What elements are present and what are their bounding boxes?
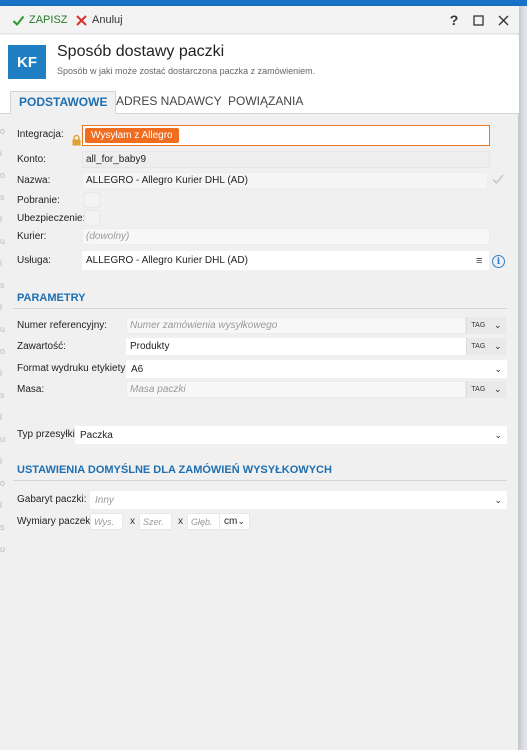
defaults-heading: USTAWIENIA DOMYŚLNE DLA ZAMÓWIEŃ WYSYŁKO…	[17, 464, 332, 476]
integration-chip[interactable]: Wysyłam z Allegro	[85, 128, 179, 143]
unit-value: cm	[224, 516, 238, 527]
weight-label: Masa:	[17, 384, 45, 395]
dialog-window: oiosluisluoisluiolsu ZAPISZ Anuluj ? KF …	[0, 6, 519, 750]
tag-label: TAG	[471, 322, 486, 329]
integration-label: Integracja:	[17, 129, 64, 140]
integration-field[interactable]: Wysyłam z Allegro	[82, 125, 490, 146]
reference-label: Numer referencyjny:	[17, 320, 108, 331]
courier-field[interactable]: (dowolny)	[82, 228, 490, 245]
package-size-label: Gabaryt paczki:	[17, 494, 87, 505]
background-window-edge: oiosluisluoisluiolsu	[0, 126, 6, 554]
menu-icon[interactable]: ≡	[476, 255, 482, 267]
unit-select[interactable]: cm ⌄	[219, 513, 250, 530]
chevron-down-icon: ⌄	[494, 384, 502, 394]
content-field[interactable]: Produkty	[126, 338, 466, 355]
weight-tag-button[interactable]: TAG ⌄	[466, 381, 506, 398]
lock-icon	[72, 135, 81, 146]
package-size-select[interactable]: Inny ⌄	[90, 491, 507, 509]
name-field[interactable]: ALLEGRO - Allegro Kurier DHL (AD)	[82, 172, 488, 189]
courier-placeholder: (dowolny)	[86, 231, 130, 242]
reference-placeholder: Numer zamówienia wysyłkowego	[130, 320, 278, 331]
close-button[interactable]	[495, 12, 511, 28]
dialog-subtitle: Sposób w jaki może zostać dostarczona pa…	[57, 66, 316, 76]
section-divider	[13, 308, 507, 309]
insurance-label: Ubezpieczenie:	[17, 213, 86, 224]
width-placeholder: Szer.	[143, 516, 164, 527]
save-button[interactable]: ZAPISZ	[12, 12, 68, 28]
parameters-heading: PARAMETRY	[17, 292, 86, 304]
content-tag-button[interactable]: TAG ⌄	[466, 338, 506, 355]
info-icon[interactable]: i	[492, 255, 505, 268]
shipment-type-value: Paczka	[80, 429, 113, 441]
section-divider	[13, 480, 507, 481]
cross-icon	[76, 14, 87, 26]
service-label: Usługa:	[17, 255, 51, 266]
service-field[interactable]: ALLEGRO - Allegro Kurier DHL (AD)	[82, 251, 489, 270]
tab-podstawowe[interactable]: PODSTAWOWE	[10, 91, 117, 114]
height-placeholder: Wys.	[94, 516, 114, 527]
tab-bar: PODSTAWOWE ADRES NADAWCY POWIĄZANIA	[0, 87, 519, 114]
depth-placeholder: Głęb.	[191, 516, 213, 527]
dimension-separator: x	[178, 516, 183, 527]
chevron-down-icon: ⌄	[494, 363, 502, 374]
label-format-label: Format wydruku etykiety:	[17, 363, 129, 374]
name-confirm-icon[interactable]	[491, 172, 505, 186]
account-label: Konto:	[17, 154, 46, 165]
chevron-down-icon: ⌄	[494, 341, 502, 351]
content-label: Zawartość:	[17, 341, 66, 352]
tab-adres-nadawcy[interactable]: ADRES NADAWCY	[108, 91, 230, 114]
tab-powiazania[interactable]: POWIĄZANIA	[220, 91, 311, 114]
maximize-button[interactable]	[470, 12, 486, 28]
shipment-type-select[interactable]: Paczka ⌄	[75, 426, 507, 444]
dimensions-label: Wymiary paczek:	[17, 516, 94, 527]
insurance-checkbox[interactable]	[84, 210, 100, 226]
package-size-value: Inny	[95, 494, 114, 506]
dimension-separator: x	[130, 516, 135, 527]
weight-placeholder: Masa paczki	[130, 384, 186, 395]
cancel-label: Anuluj	[92, 14, 123, 26]
width-input[interactable]: Szer.	[139, 513, 172, 530]
height-input[interactable]: Wys.	[90, 513, 123, 530]
chevron-down-icon: ⌄	[494, 320, 502, 330]
dialog-header: KF Sposób dostawy paczki Sposób w jaki m…	[0, 35, 519, 87]
name-label: Nazwa:	[17, 175, 51, 186]
close-icon	[498, 15, 508, 25]
depth-input[interactable]: Głęb.	[187, 513, 220, 530]
toolbar: ZAPISZ Anuluj ?	[0, 6, 519, 34]
label-format-value: A6	[131, 363, 144, 375]
chevron-down-icon: ⌄	[494, 494, 502, 505]
chevron-down-icon: ⌄	[494, 429, 502, 440]
maximize-icon	[472, 14, 484, 26]
chevron-down-icon: ⌄	[237, 516, 245, 526]
account-field[interactable]: all_for_baby9	[82, 151, 490, 168]
save-label: ZAPISZ	[29, 14, 68, 26]
help-button[interactable]: ?	[446, 12, 462, 28]
shipment-type-label: Typ przesyłki:	[17, 429, 78, 440]
tag-label: TAG	[471, 386, 486, 393]
dialog-title: Sposób dostawy paczki	[57, 43, 225, 60]
label-format-select[interactable]: A6 ⌄	[126, 360, 507, 378]
checkmark-icon	[12, 15, 25, 26]
module-badge: KF	[8, 45, 46, 79]
cod-checkbox[interactable]	[84, 192, 100, 208]
courier-label: Kurier:	[17, 231, 47, 242]
tag-label: TAG	[471, 343, 486, 350]
cancel-button[interactable]: Anuluj	[75, 12, 123, 28]
reference-field[interactable]: Numer zamówienia wysyłkowego	[126, 317, 466, 334]
reference-tag-button[interactable]: TAG ⌄	[466, 317, 506, 334]
weight-field[interactable]: Masa paczki	[126, 381, 466, 398]
cod-label: Pobranie:	[17, 195, 60, 206]
